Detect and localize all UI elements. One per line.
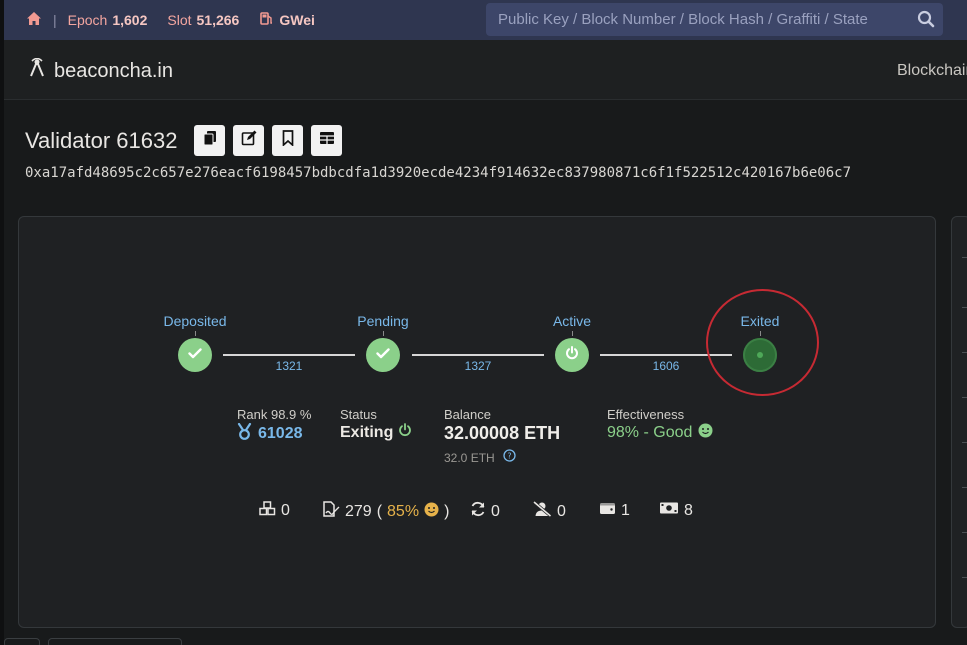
status-text: Exiting <box>340 423 394 441</box>
side-panel <box>951 216 967 628</box>
wallet-icon <box>599 501 616 520</box>
attestations-percent: 85% <box>387 502 420 520</box>
stage-pending <box>366 338 400 372</box>
bottom-tab[interactable] <box>4 638 40 645</box>
home-icon[interactable] <box>26 11 42 29</box>
check-icon <box>188 346 202 364</box>
stage-tick <box>572 331 573 336</box>
table-button[interactable] <box>311 125 342 156</box>
validator-pubkey[interactable]: 0xa17afd48695c2c657e276eacf6198457bdbcdf… <box>25 165 967 181</box>
slashings-count: 0 <box>557 502 566 520</box>
beacon-logo-icon <box>28 57 46 84</box>
epoch-label: Epoch <box>67 12 108 28</box>
balance-value: 32.00008 ETH <box>444 423 561 443</box>
check-icon <box>376 346 390 364</box>
sync-count: 0 <box>491 502 500 520</box>
effectiveness-label: Effectiveness <box>607 407 685 422</box>
deposits-count: 1 <box>621 501 630 519</box>
copy-icon <box>203 130 217 151</box>
separator: | <box>53 12 57 28</box>
stage-label-deposited: Deposited <box>163 313 227 329</box>
epoch-value[interactable]: 1,602 <box>112 12 147 28</box>
attestations-counter[interactable]: 279 ( 85% ) <box>322 501 449 522</box>
stage-active <box>555 338 589 372</box>
bottom-tab[interactable] <box>48 638 182 645</box>
edit-icon <box>241 130 257 151</box>
slot-value[interactable]: 51,266 <box>197 12 240 28</box>
proposals-count: 0 <box>281 502 290 519</box>
top-bar: | Epoch 1,602 Slot 51,266 GWei Public Ke… <box>4 0 967 40</box>
rank-label: Rank 98.9 % <box>237 407 312 422</box>
highlight-annotation-circle <box>706 289 819 396</box>
withdrawals-counter[interactable]: 8 <box>659 501 693 520</box>
bookmark-icon <box>282 130 294 151</box>
lifecycle-timeline: Deposited Pending Active Exited 1321 132… <box>19 217 937 417</box>
attestations-count: 279 <box>345 502 372 520</box>
connector-line <box>412 354 544 356</box>
search-input[interactable]: Public Key / Block Number / Block Hash /… <box>498 11 908 28</box>
effectiveness-text: 98% - Good <box>607 424 693 441</box>
nav-bar: beaconcha.in Blockchain <box>4 40 967 100</box>
sync-icon <box>470 501 486 522</box>
gas-pump-icon <box>259 11 274 29</box>
rank-value[interactable]: 61028 <box>237 422 303 445</box>
search-box[interactable]: Public Key / Block Number / Block Hash /… <box>486 3 943 36</box>
stage-deposited <box>178 338 212 372</box>
slot-label: Slot <box>167 12 192 28</box>
smile-icon <box>698 423 713 443</box>
balance-sub: 32.0 ETH ? <box>444 449 516 467</box>
search-icon[interactable] <box>917 10 935 33</box>
power-icon <box>565 345 579 365</box>
connector-epoch-active[interactable]: 1606 <box>653 359 680 373</box>
page-title: Validator 61632 <box>25 128 178 153</box>
user-slash-icon <box>533 500 552 522</box>
brand-name: beaconcha.in <box>54 59 173 82</box>
stage-label-active: Active <box>552 313 592 329</box>
money-bill-icon <box>659 501 679 520</box>
rank-number[interactable]: 61028 <box>258 425 303 443</box>
deposits-counter[interactable]: 1 <box>599 501 630 520</box>
status-value: Exiting <box>340 423 412 442</box>
connector-line <box>223 354 355 356</box>
file-signature-icon <box>322 501 340 522</box>
cubes-icon <box>259 501 276 521</box>
edit-button[interactable] <box>233 125 264 156</box>
svg-text:?: ? <box>507 452 511 461</box>
table-icon <box>319 131 335 150</box>
power-icon <box>398 423 412 442</box>
smile-icon <box>424 502 439 522</box>
slashings-counter[interactable]: 0 <box>533 500 566 522</box>
balance-effective: 32.0 ETH <box>444 451 495 465</box>
proposals-counter[interactable]: 0 <box>259 501 290 521</box>
withdrawals-count: 8 <box>684 501 693 519</box>
connector-epoch-pending[interactable]: 1327 <box>465 359 492 373</box>
bookmark-button[interactable] <box>272 125 303 156</box>
validator-overview-card: Deposited Pending Active Exited 1321 132… <box>18 216 936 628</box>
connector-epoch-deposited[interactable]: 1321 <box>276 359 303 373</box>
balance-label: Balance <box>444 407 491 422</box>
brand[interactable]: beaconcha.in <box>28 57 173 84</box>
question-circle-icon[interactable]: ? <box>503 449 516 467</box>
copy-button[interactable] <box>194 125 225 156</box>
effectiveness-value: 98% - Good <box>607 423 713 443</box>
stage-label-pending: Pending <box>357 313 409 329</box>
nav-item-blockchain[interactable]: Blockchain <box>897 62 967 80</box>
status-label: Status <box>340 407 377 422</box>
sync-counter[interactable]: 0 <box>470 501 500 522</box>
epoch-slot-info: | Epoch 1,602 Slot 51,266 GWei <box>26 11 315 29</box>
stage-tick <box>195 331 196 336</box>
medal-icon <box>237 422 252 445</box>
gas-label[interactable]: GWei <box>279 12 315 28</box>
stage-tick <box>383 331 384 336</box>
